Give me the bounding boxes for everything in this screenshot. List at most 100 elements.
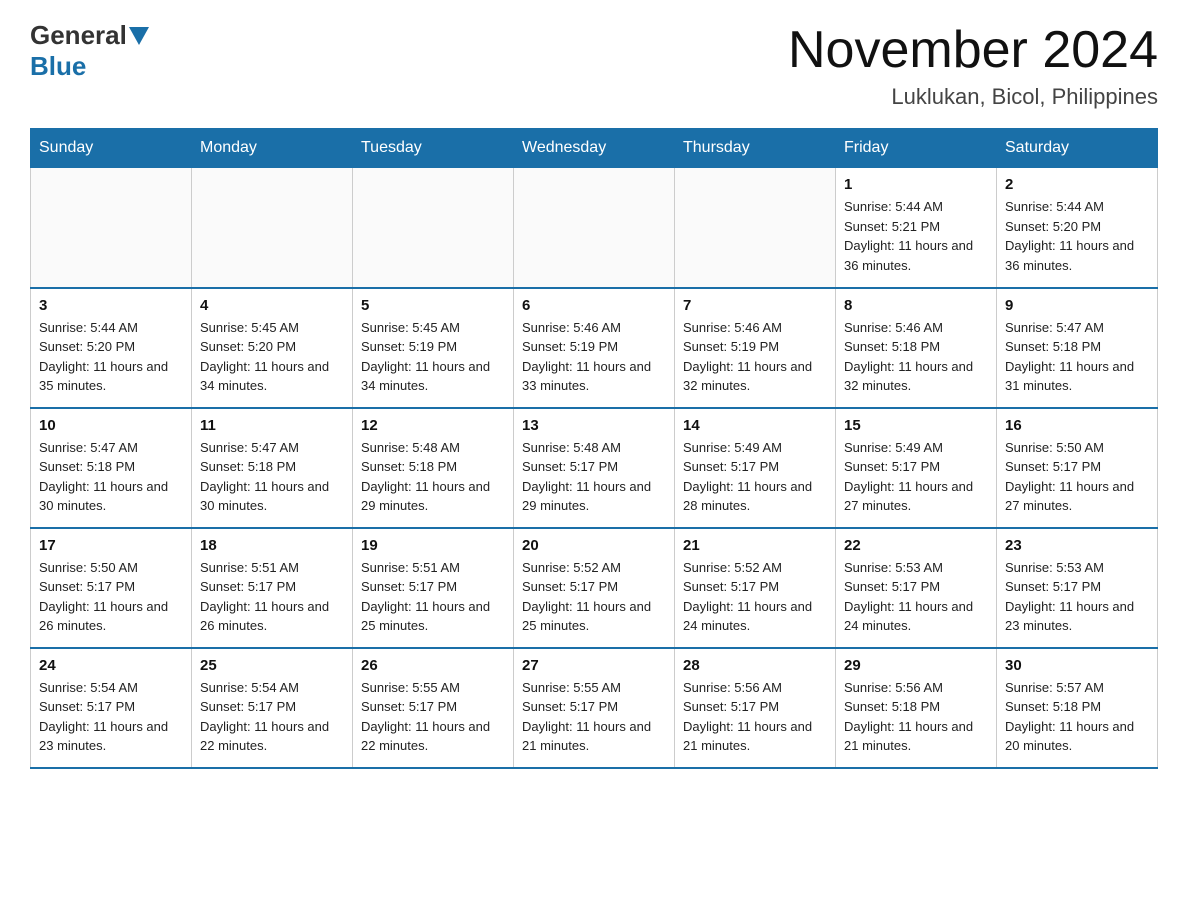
day-info: Sunrise: 5:47 AMSunset: 5:18 PMDaylight:… (200, 438, 344, 516)
day-number: 22 (844, 537, 988, 554)
calendar-cell (353, 168, 514, 288)
calendar-header-row: SundayMondayTuesdayWednesdayThursdayFrid… (31, 129, 1158, 168)
day-info: Sunrise: 5:52 AMSunset: 5:17 PMDaylight:… (683, 558, 827, 636)
calendar-table: SundayMondayTuesdayWednesdayThursdayFrid… (30, 128, 1158, 769)
day-number: 5 (361, 297, 505, 314)
calendar-cell: 12Sunrise: 5:48 AMSunset: 5:18 PMDayligh… (353, 408, 514, 528)
day-info: Sunrise: 5:56 AMSunset: 5:18 PMDaylight:… (844, 678, 988, 756)
calendar-cell: 15 Sunrise: 5:49 AMSunset: 5:17 PMDayligh… (836, 408, 997, 528)
day-number: 28 (683, 657, 827, 674)
logo-triangle-icon (129, 27, 149, 45)
header-day-saturday: Saturday (997, 129, 1158, 168)
day-number: 7 (683, 297, 827, 314)
calendar-cell: 7Sunrise: 5:46 AMSunset: 5:19 PMDaylight… (675, 288, 836, 408)
calendar-cell: 18Sunrise: 5:51 AMSunset: 5:17 PMDayligh… (192, 528, 353, 648)
day-number: 16 (1005, 417, 1149, 434)
logo: General (30, 20, 151, 51)
header-day-tuesday: Tuesday (353, 129, 514, 168)
day-info: Sunrise: 5:47 AMSunset: 5:18 PMDaylight:… (39, 438, 183, 516)
day-info: Sunrise: 5:45 AMSunset: 5:20 PMDaylight:… (200, 318, 344, 396)
calendar-cell: 19 Sunrise: 5:51 AMSunset: 5:17 PMDayligh… (353, 528, 514, 648)
day-number: 3 (39, 297, 183, 314)
title-area: November 2024 Luklukan, Bicol, Philippin… (788, 20, 1158, 110)
calendar-cell: 20 Sunrise: 5:52 AMSunset: 5:17 PMDayligh… (514, 528, 675, 648)
calendar-cell: 11Sunrise: 5:47 AMSunset: 5:18 PMDayligh… (192, 408, 353, 528)
calendar-cell: 25Sunrise: 5:54 AMSunset: 5:17 PMDayligh… (192, 648, 353, 768)
month-title: November 2024 (788, 20, 1158, 80)
day-info: Sunrise: 5:50 AMSunset: 5:17 PMDaylight:… (39, 558, 183, 636)
calendar-cell: 30Sunrise: 5:57 AMSunset: 5:18 PMDayligh… (997, 648, 1158, 768)
day-number: 21 (683, 537, 827, 554)
location-title: Luklukan, Bicol, Philippines (788, 84, 1158, 110)
day-info: Sunrise: 5:48 AMSunset: 5:17 PMDaylight:… (522, 438, 666, 516)
header: General Blue November 2024 Luklukan, Bic… (30, 20, 1158, 110)
day-number: 17 (39, 537, 183, 554)
day-info: Sunrise: 5:51 AMSunset: 5:17 PMDaylight:… (200, 558, 344, 636)
day-info: Sunrise: 5:55 AMSunset: 5:17 PMDaylight:… (361, 678, 505, 756)
logo-blue-text: Blue (30, 51, 86, 82)
calendar-cell: 14 Sunrise: 5:49 AMSunset: 5:17 PMDayligh… (675, 408, 836, 528)
calendar-cell: 5Sunrise: 5:45 AMSunset: 5:19 PMDaylight… (353, 288, 514, 408)
calendar-cell: 9Sunrise: 5:47 AMSunset: 5:18 PMDaylight… (997, 288, 1158, 408)
day-info: Sunrise: 5:48 AMSunset: 5:18 PMDaylight:… (361, 438, 505, 516)
day-number: 10 (39, 417, 183, 434)
calendar-cell: 27Sunrise: 5:55 AMSunset: 5:17 PMDayligh… (514, 648, 675, 768)
day-number: 8 (844, 297, 988, 314)
day-number: 24 (39, 657, 183, 674)
day-info: Sunrise: 5:53 AMSunset: 5:17 PMDaylight:… (844, 558, 988, 636)
day-info: Sunrise: 5:44 AMSunset: 5:20 PMDaylight:… (1005, 197, 1149, 275)
calendar-cell: 10 Sunrise: 5:47 AMSunset: 5:18 PMDayligh… (31, 408, 192, 528)
day-number: 19 (361, 537, 505, 554)
day-number: 23 (1005, 537, 1149, 554)
header-day-friday: Friday (836, 129, 997, 168)
day-info: Sunrise: 5:50 AMSunset: 5:17 PMDaylight:… (1005, 438, 1149, 516)
day-info: Sunrise: 5:56 AMSunset: 5:17 PMDaylight:… (683, 678, 827, 756)
day-number: 4 (200, 297, 344, 314)
day-info: Sunrise: 5:51 AMSunset: 5:17 PMDaylight:… (361, 558, 505, 636)
calendar-cell (514, 168, 675, 288)
header-day-wednesday: Wednesday (514, 129, 675, 168)
calendar-week-row: 17 Sunrise: 5:50 AMSunset: 5:17 PMDayligh… (31, 528, 1158, 648)
day-info: Sunrise: 5:49 AMSunset: 5:17 PMDaylight:… (844, 438, 988, 516)
calendar-cell: 13 Sunrise: 5:48 AMSunset: 5:17 PMDayligh… (514, 408, 675, 528)
calendar-week-row: 1Sunrise: 5:44 AMSunset: 5:21 PMDaylight… (31, 168, 1158, 288)
header-day-sunday: Sunday (31, 129, 192, 168)
calendar-cell (31, 168, 192, 288)
logo-area: General Blue (30, 20, 151, 82)
day-number: 2 (1005, 176, 1149, 193)
calendar-week-row: 3 Sunrise: 5:44 AMSunset: 5:20 PMDaylight… (31, 288, 1158, 408)
calendar-week-row: 10 Sunrise: 5:47 AMSunset: 5:18 PMDayligh… (31, 408, 1158, 528)
day-number: 29 (844, 657, 988, 674)
calendar-cell: 28 Sunrise: 5:56 AMSunset: 5:17 PMDayligh… (675, 648, 836, 768)
day-number: 14 (683, 417, 827, 434)
calendar-cell: 16 Sunrise: 5:50 AMSunset: 5:17 PMDayligh… (997, 408, 1158, 528)
day-number: 6 (522, 297, 666, 314)
calendar-cell (675, 168, 836, 288)
day-info: Sunrise: 5:44 AMSunset: 5:20 PMDaylight:… (39, 318, 183, 396)
calendar-cell (192, 168, 353, 288)
calendar-cell: 8 Sunrise: 5:46 AMSunset: 5:18 PMDaylight… (836, 288, 997, 408)
calendar-cell: 22 Sunrise: 5:53 AMSunset: 5:17 PMDayligh… (836, 528, 997, 648)
calendar-cell: 6Sunrise: 5:46 AMSunset: 5:19 PMDaylight… (514, 288, 675, 408)
day-number: 15 (844, 417, 988, 434)
calendar-cell: 29 Sunrise: 5:56 AMSunset: 5:18 PMDayligh… (836, 648, 997, 768)
header-day-thursday: Thursday (675, 129, 836, 168)
calendar-cell: 4 Sunrise: 5:45 AMSunset: 5:20 PMDaylight… (192, 288, 353, 408)
calendar-cell: 3 Sunrise: 5:44 AMSunset: 5:20 PMDaylight… (31, 288, 192, 408)
day-info: Sunrise: 5:52 AMSunset: 5:17 PMDaylight:… (522, 558, 666, 636)
calendar-cell: 26Sunrise: 5:55 AMSunset: 5:17 PMDayligh… (353, 648, 514, 768)
logo-general-text: General (30, 20, 127, 51)
calendar-cell: 24 Sunrise: 5:54 AMSunset: 5:17 PMDayligh… (31, 648, 192, 768)
day-number: 25 (200, 657, 344, 674)
day-number: 13 (522, 417, 666, 434)
day-number: 1 (844, 176, 988, 193)
day-info: Sunrise: 5:53 AMSunset: 5:17 PMDaylight:… (1005, 558, 1149, 636)
day-info: Sunrise: 5:49 AMSunset: 5:17 PMDaylight:… (683, 438, 827, 516)
day-info: Sunrise: 5:46 AMSunset: 5:18 PMDaylight:… (844, 318, 988, 396)
day-number: 20 (522, 537, 666, 554)
day-info: Sunrise: 5:55 AMSunset: 5:17 PMDaylight:… (522, 678, 666, 756)
header-day-monday: Monday (192, 129, 353, 168)
calendar-cell: 21 Sunrise: 5:52 AMSunset: 5:17 PMDayligh… (675, 528, 836, 648)
day-info: Sunrise: 5:54 AMSunset: 5:17 PMDaylight:… (39, 678, 183, 756)
day-info: Sunrise: 5:47 AMSunset: 5:18 PMDaylight:… (1005, 318, 1149, 396)
